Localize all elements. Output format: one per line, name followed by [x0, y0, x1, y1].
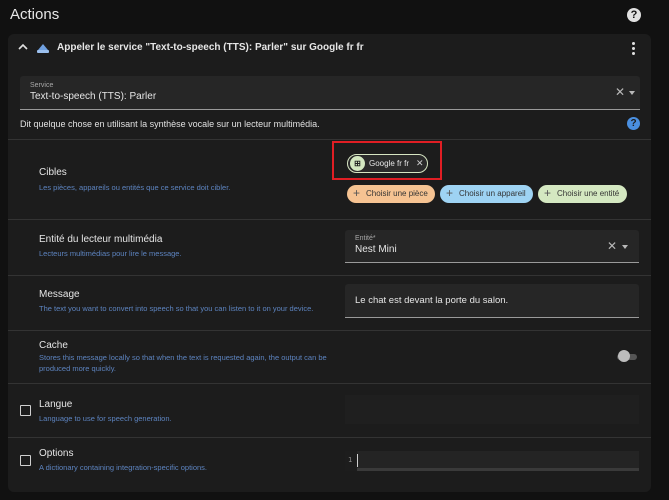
- chevron-up-icon[interactable]: [18, 42, 28, 52]
- service-caption: Service: [30, 82, 54, 89]
- divider: [8, 330, 651, 331]
- language-title: Langue: [39, 399, 73, 410]
- options-subtitle: A dictionary containing integration-spec…: [39, 463, 208, 472]
- language-select: [345, 395, 639, 424]
- action-card: Appeler le service "Text-to-speech (TTS)…: [8, 34, 651, 492]
- text-cursor: [357, 454, 358, 467]
- more-options-icon[interactable]: [630, 42, 636, 56]
- service-select[interactable]: Service Text-to-speech (TTS): Parler ✕: [20, 76, 640, 110]
- clear-icon[interactable]: ✕: [615, 86, 625, 98]
- action-card-header[interactable]: Appeler le service "Text-to-speech (TTS)…: [8, 34, 651, 64]
- message-subtitle: The text you want to convert into speech…: [39, 304, 314, 313]
- plus-icon: +: [446, 186, 454, 200]
- plus-icon: +: [544, 186, 552, 200]
- dropdown-caret-icon[interactable]: [629, 91, 635, 95]
- code-gutter: 1: [345, 451, 357, 471]
- cache-toggle-knob[interactable]: [618, 350, 630, 362]
- code-scrollbar[interactable]: [357, 468, 639, 471]
- dropdown-caret-icon[interactable]: [622, 245, 628, 249]
- page-header: Actions ?: [0, 0, 669, 32]
- message-input[interactable]: Le chat est devant la porte du salon.: [345, 284, 639, 318]
- help-icon[interactable]: ?: [627, 8, 641, 22]
- choose-area-label: Choisir une pièce: [366, 189, 428, 198]
- highlight-annotation: [332, 141, 442, 180]
- choose-device-button[interactable]: + Choisir un appareil: [440, 185, 533, 203]
- choose-area-button[interactable]: + Choisir une pièce: [347, 185, 435, 203]
- message-title: Message: [39, 289, 80, 300]
- page-title: Actions: [10, 6, 60, 23]
- entity-value: Nest Mini: [355, 244, 397, 255]
- divider: [8, 383, 651, 384]
- clear-icon[interactable]: ✕: [607, 240, 617, 252]
- targets-subtitle: Les pièces, appareils ou entités que ce …: [39, 183, 231, 192]
- options-code-editor[interactable]: 1: [345, 451, 639, 471]
- service-help-icon[interactable]: ?: [627, 117, 640, 130]
- language-checkbox[interactable]: [20, 405, 31, 416]
- entity-select[interactable]: Entité* Nest Mini ✕: [345, 230, 639, 263]
- cache-subtitle: Stores this message locally so that when…: [39, 353, 327, 373]
- speaker-icon: [37, 44, 49, 53]
- language-subtitle: Language to use for speech generation.: [39, 414, 172, 423]
- line-number: 1: [348, 456, 353, 464]
- plus-icon: +: [353, 186, 361, 200]
- divider: [8, 139, 651, 140]
- divider: [8, 437, 651, 438]
- options-checkbox[interactable]: [20, 455, 31, 466]
- service-value: Text-to-speech (TTS): Parler: [30, 91, 157, 102]
- divider: [8, 275, 651, 276]
- service-description: Dit quelque chose en utilisant la synthè…: [20, 119, 320, 129]
- targets-title: Cibles: [39, 167, 67, 178]
- options-title: Options: [39, 448, 74, 459]
- media-player-title: Entité du lecteur multimédia: [39, 234, 163, 245]
- choose-entity-label: Choisir une entité: [557, 189, 620, 198]
- media-player-subtitle: Lecteurs multimédias pour lire le messag…: [39, 249, 182, 258]
- divider: [8, 219, 651, 220]
- message-value: Le chat est devant la porte du salon.: [355, 295, 509, 306]
- action-card-title: Appeler le service "Text-to-speech (TTS)…: [57, 42, 364, 53]
- choose-device-label: Choisir un appareil: [459, 189, 526, 198]
- cache-title: Cache: [39, 340, 68, 351]
- entity-caption: Entité*: [355, 235, 376, 242]
- choose-entity-button[interactable]: + Choisir une entité: [538, 185, 627, 203]
